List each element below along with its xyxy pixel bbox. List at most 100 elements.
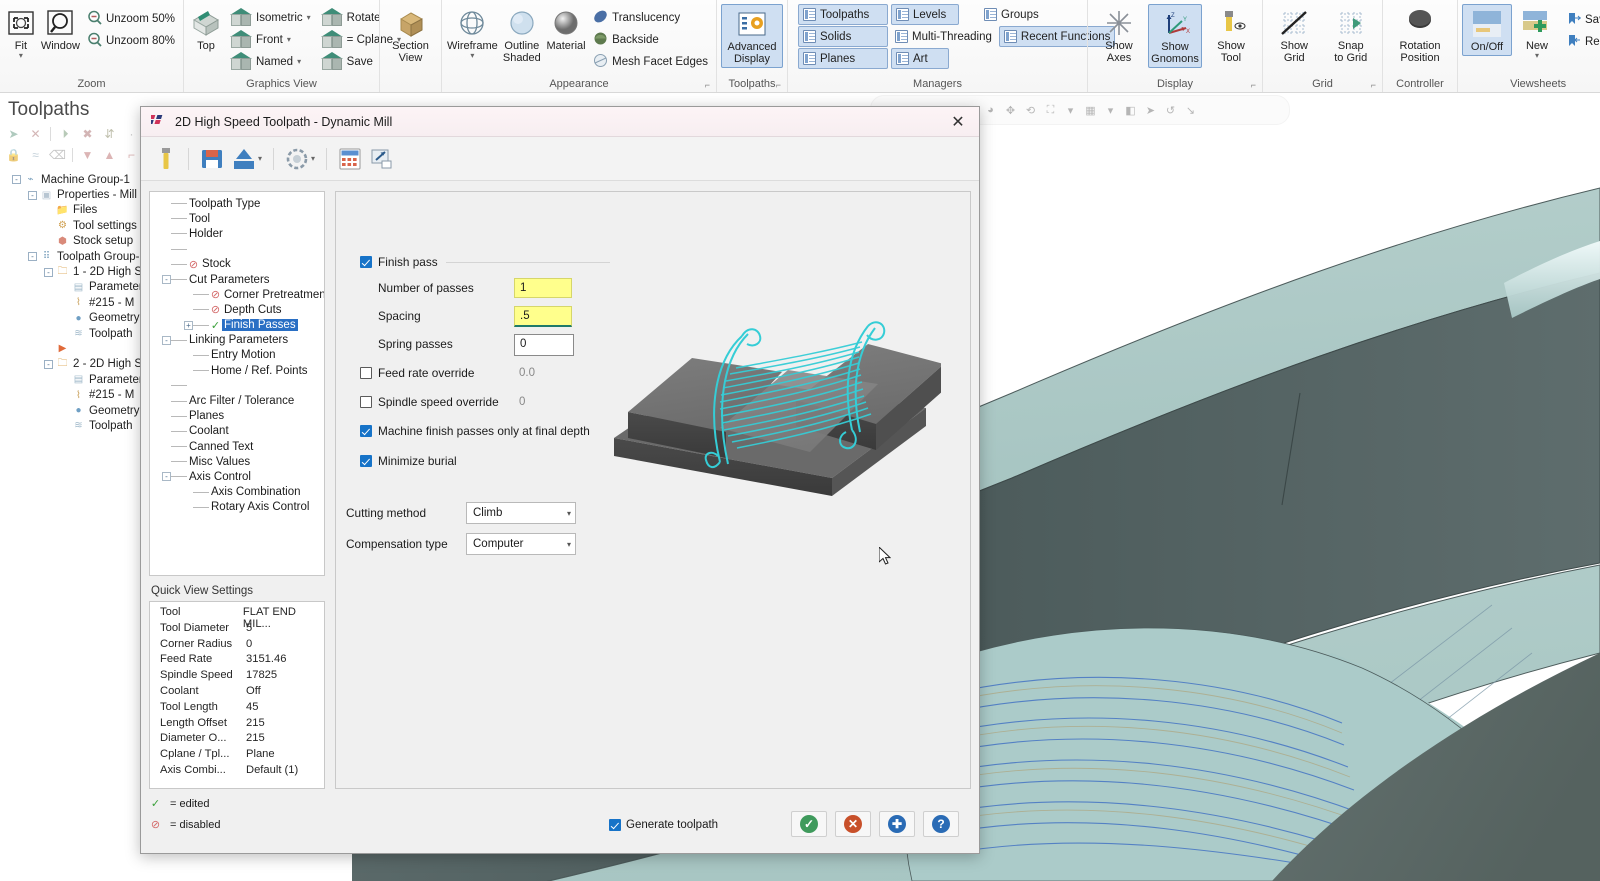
- tree-expander[interactable]: -: [28, 190, 37, 200]
- chevron-down-icon[interactable]: ▾: [1063, 103, 1078, 118]
- tree-expander[interactable]: -: [162, 472, 171, 482]
- dynamic-rotate-icon[interactable]: ⟲: [1023, 103, 1038, 118]
- generate-toolpath-row[interactable]: Generate toolpath: [609, 819, 718, 831]
- regenerate-icon[interactable]: ⏵: [58, 127, 73, 142]
- show-grid-button[interactable]: Show Grid: [1267, 4, 1322, 66]
- minimize-burial-row[interactable]: Minimize burial: [360, 446, 610, 476]
- move-up-icon[interactable]: ▲: [102, 148, 117, 163]
- more-icon[interactable]: ·: [124, 127, 139, 142]
- manager-solids-button[interactable]: Solids: [798, 26, 888, 47]
- ok-button[interactable]: ✓: [791, 811, 827, 837]
- window-zoom-button[interactable]: Window: [40, 4, 81, 54]
- parameter-page-item[interactable]: Planes: [150, 409, 324, 424]
- show-gnomons-button[interactable]: Z YX Show Gnomons: [1147, 4, 1203, 68]
- chevron-down-icon[interactable]: ▾: [258, 154, 262, 163]
- generate-toolpath-checkbox[interactable]: [609, 819, 621, 831]
- rotate-z-icon[interactable]: ◕: [983, 103, 998, 118]
- mesh-facet-edges-button[interactable]: Mesh Facet Edges: [589, 51, 712, 72]
- tree-expander[interactable]: -: [162, 335, 171, 345]
- machine-finish-final-depth-row[interactable]: Machine finish passes only at final dept…: [360, 416, 610, 446]
- chevron-down-icon[interactable]: ▾: [470, 52, 474, 60]
- unzoom-50-button[interactable]: Unzoom 50%: [83, 8, 179, 29]
- spindle-speed-override-checkbox[interactable]: [360, 395, 372, 408]
- settings-button[interactable]: ▾: [285, 146, 315, 172]
- chevron-down-icon[interactable]: ▾: [297, 57, 301, 66]
- chevron-down-icon[interactable]: ▾: [1535, 52, 1539, 60]
- parameter-page-item[interactable]: Canned Text: [150, 439, 324, 454]
- deselect-all-icon[interactable]: ✕: [28, 127, 43, 142]
- move-down-icon[interactable]: ▼: [80, 148, 95, 163]
- tree-expander[interactable]: -: [12, 175, 21, 185]
- tree-expander[interactable]: -: [28, 252, 37, 262]
- cancel-button[interactable]: ✕: [835, 811, 871, 837]
- top-view-button[interactable]: Top: [188, 4, 224, 54]
- compensation-type-select[interactable]: Computer ▾: [466, 533, 576, 555]
- tree-expander[interactable]: +: [184, 320, 193, 330]
- grid-dialog-launcher[interactable]: ⌐: [1371, 77, 1376, 93]
- chevron-down-icon[interactable]: ▾: [311, 154, 315, 163]
- manager-planes-button[interactable]: Planes: [798, 48, 888, 69]
- tree-expander[interactable]: -: [162, 275, 171, 285]
- minimize-burial-checkbox[interactable]: [360, 455, 372, 467]
- parameter-page-item[interactable]: Entry Motion: [150, 348, 324, 363]
- parameter-page-item[interactable]: [150, 242, 324, 257]
- wireframe-button[interactable]: Wireframe ▾: [446, 4, 499, 61]
- lock-icon[interactable]: 🔒: [6, 148, 21, 163]
- regenerate-invalid-icon[interactable]: ✖: [80, 127, 95, 142]
- appearance-dialog-launcher[interactable]: ⌐: [705, 77, 710, 93]
- toolpath-display-icon[interactable]: ≈: [28, 148, 43, 163]
- chevron-down-icon[interactable]: ▾: [567, 509, 571, 518]
- toolpaths-dialog-launcher[interactable]: ⌐: [776, 77, 781, 93]
- chevron-down-icon[interactable]: ▾: [19, 52, 23, 60]
- pan-icon[interactable]: ✥: [1003, 103, 1018, 118]
- outline-shaded-button[interactable]: Outline Shaded: [501, 4, 543, 66]
- spindle-speed-override-input[interactable]: 0: [514, 393, 572, 413]
- parameter-page-item[interactable]: [150, 378, 324, 393]
- manager-groups-button[interactable]: Groups: [980, 4, 1043, 25]
- cutting-method-select[interactable]: Climb ▾: [466, 502, 576, 524]
- feed-rate-override-row[interactable]: Feed rate override: [360, 358, 610, 387]
- spring-passes-input[interactable]: 0: [514, 334, 574, 356]
- save-bookmark-button[interactable]: Save Bookmark: [1562, 9, 1600, 30]
- calculator-button[interactable]: [338, 146, 362, 172]
- chevron-down-icon[interactable]: ▾: [287, 35, 291, 44]
- show-axes-button[interactable]: Show Axes: [1092, 4, 1146, 66]
- apply-button[interactable]: ✚: [879, 811, 915, 837]
- material-button[interactable]: Material: [545, 4, 587, 54]
- parameter-page-item[interactable]: - Cut Parameters: [150, 272, 324, 287]
- chevron-down-icon[interactable]: ▾: [1103, 103, 1118, 118]
- parameter-page-item[interactable]: Rotary Axis Control: [150, 500, 324, 515]
- parameter-page-item[interactable]: ⊘ Depth Cuts: [150, 302, 324, 317]
- rotation-position-button[interactable]: Rotation Position: [1387, 4, 1453, 66]
- parameter-page-item[interactable]: + ✓ Finish Passes: [150, 318, 324, 333]
- machine-finish-final-depth-checkbox[interactable]: [360, 425, 372, 437]
- save-defaults-button[interactable]: [200, 146, 224, 172]
- parameter-page-item[interactable]: Toolpath Type: [150, 196, 324, 211]
- parameter-page-item[interactable]: Holder: [150, 226, 324, 241]
- sort-icon[interactable]: ⇵: [102, 127, 117, 142]
- fit-screen-icon[interactable]: ⛶: [1043, 103, 1058, 118]
- number-of-passes-input[interactable]: 1: [514, 278, 572, 298]
- grid-toggle-icon[interactable]: ▦: [1083, 103, 1098, 118]
- restore-bookmark-button[interactable]: Restore Bookmark: [1562, 31, 1600, 52]
- new-viewsheet-button[interactable]: New ▾: [1514, 4, 1560, 61]
- parameter-page-item[interactable]: ⊘ Stock: [150, 257, 324, 272]
- spindle-speed-override-row[interactable]: Spindle speed override: [360, 387, 610, 416]
- undo-icon[interactable]: ↺: [1163, 103, 1178, 118]
- named-view-button[interactable]: Named ▾: [226, 51, 315, 72]
- manager-levels-button[interactable]: Levels: [891, 4, 959, 25]
- advanced-display-button[interactable]: Advanced Display: [721, 4, 783, 68]
- select-all-icon[interactable]: ➤: [6, 127, 21, 142]
- help-button[interactable]: ?: [923, 811, 959, 837]
- parameter-page-item[interactable]: - Axis Control: [150, 469, 324, 484]
- front-view-button[interactable]: Front ▾: [226, 29, 315, 50]
- select-icon[interactable]: ➤: [1143, 103, 1158, 118]
- spacing-input[interactable]: .5: [514, 306, 572, 327]
- unzoom-80-button[interactable]: Unzoom 80%: [83, 30, 179, 51]
- delete-icon[interactable]: ⌫: [49, 148, 66, 163]
- display-dialog-launcher[interactable]: ⌐: [1251, 77, 1256, 93]
- tree-expander[interactable]: -: [44, 359, 53, 369]
- feed-rate-override-checkbox[interactable]: [360, 366, 372, 379]
- close-icon[interactable]: ✕: [941, 109, 975, 135]
- viewsheet-onoff-button[interactable]: On/Off: [1462, 4, 1512, 56]
